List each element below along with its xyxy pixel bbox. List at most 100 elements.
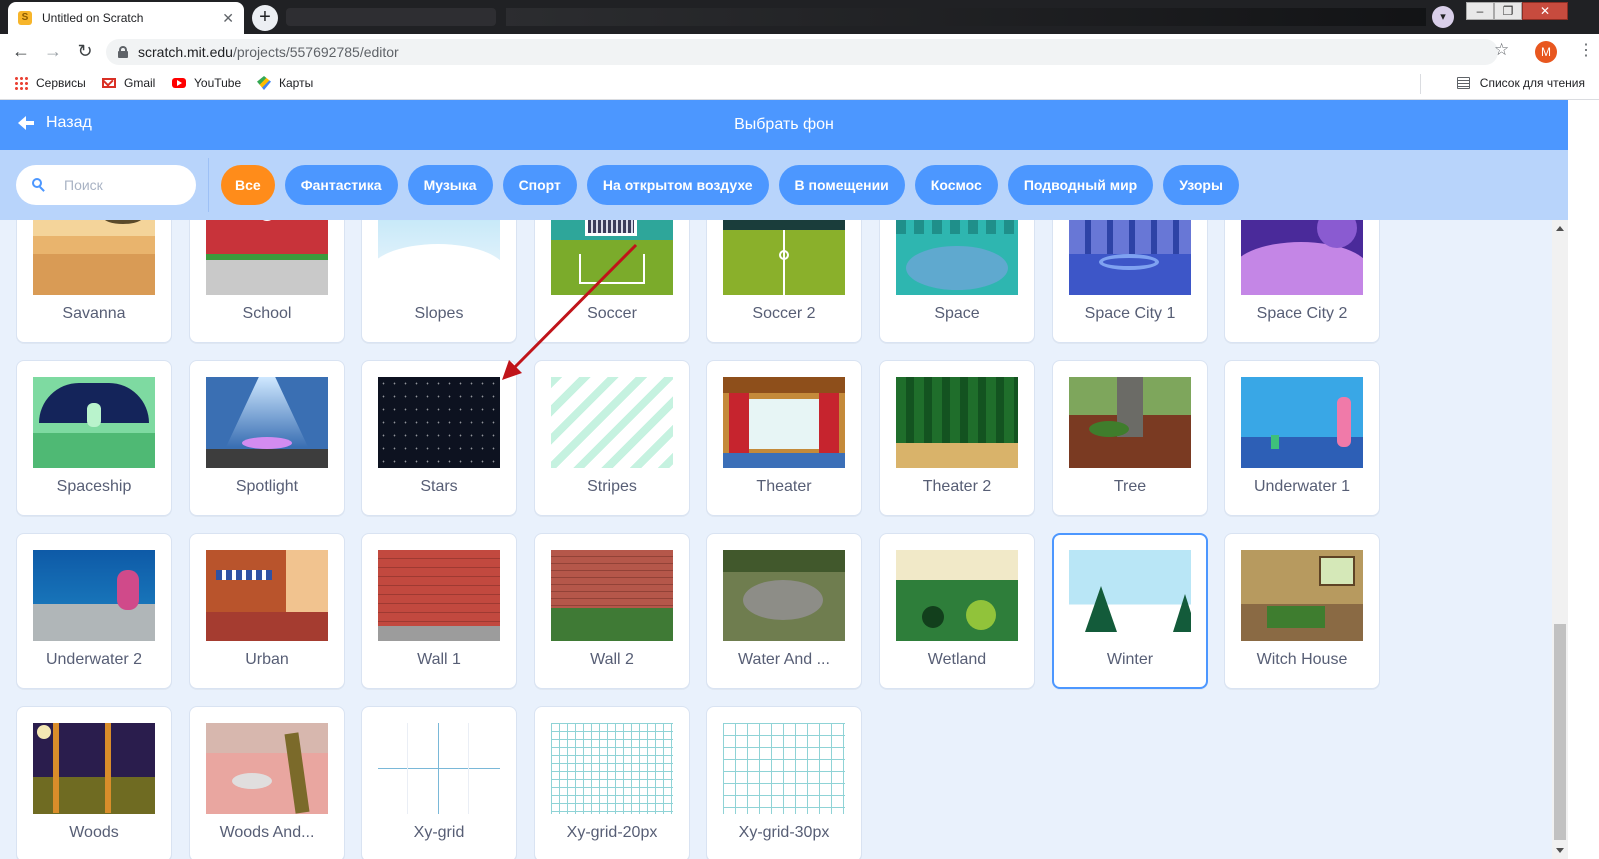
url-input[interactable]: scratch.mit.edu/projects/557692785/edito… [106,39,1498,65]
search-box[interactable] [16,165,196,205]
backdrop-card[interactable]: Savanna [16,220,172,343]
scroll-up-icon[interactable] [1556,226,1564,231]
bookmark-youtube[interactable]: YouTube [172,76,241,90]
backdrop-card[interactable]: School [189,220,345,343]
minimize-button[interactable]: – [1466,2,1494,20]
backdrop-grid: Savanna School Slopes Soccer Soccer 2 Space Sp… [0,220,1552,859]
divider [1420,74,1421,94]
backdrop-card[interactable]: Slopes [361,220,517,343]
reading-list-label: Список для чтения [1479,76,1585,90]
url-domain: scratch.mit.edu [138,44,233,60]
category-tag[interactable]: Музыка [407,165,493,205]
category-tag[interactable]: Все [221,165,275,205]
category-tag[interactable]: В помещении [778,165,905,205]
backdrop-name: Winter [1106,651,1154,668]
menu-icon[interactable]: ⋮ [1578,40,1594,60]
category-tag[interactable]: Фантастика [284,165,398,205]
backdrop-card[interactable]: Tree [1052,360,1208,516]
scrollbar-thumb[interactable] [1554,624,1566,840]
category-tag[interactable]: Спорт [502,165,577,205]
maps-icon [257,76,271,90]
bookmark-label: Карты [279,76,314,90]
scrollbar[interactable] [1552,220,1568,859]
backdrop-name: Spaceship [56,478,132,495]
backdrop-card[interactable]: Winter [1052,533,1208,689]
backdrop-card[interactable]: Theater [706,360,862,516]
backdrop-card[interactable]: Wetland [879,533,1035,689]
backdrop-thumbnail [1241,550,1363,641]
category-tag[interactable]: Узоры [1163,165,1239,205]
backdrop-thumbnail [1069,550,1191,641]
backdrop-card[interactable]: Underwater 2 [16,533,172,689]
backdrop-card[interactable]: Soccer [534,220,690,343]
search-input[interactable] [64,177,174,193]
backdrop-thumbnail [378,220,500,295]
profile-avatar[interactable]: M [1535,41,1557,63]
backdrop-card[interactable]: Xy-grid [361,706,517,859]
background-tab[interactable] [286,8,496,26]
backdrop-thumbnail [723,377,845,468]
backdrop-thumbnail [896,550,1018,641]
backdrop-thumbnail [1241,377,1363,468]
backdrop-card[interactable]: Xy-grid-20px [534,706,690,859]
backdrop-name: Theater 2 [922,478,992,495]
backdrop-card[interactable]: Water And ... [706,533,862,689]
backdrop-thumbnail [551,723,673,814]
bookmark-maps[interactable]: Карты [257,76,313,90]
backdrop-thumbnail [378,723,500,814]
backdrop-card[interactable]: Urban [189,533,345,689]
bookmark-star-icon[interactable]: ☆ [1494,40,1509,60]
backdrop-card[interactable]: Stars [361,360,517,516]
reload-icon[interactable]: ↻ [74,40,96,62]
backdrop-card[interactable]: Space [879,220,1035,343]
backdrop-name: Xy-grid [413,824,465,841]
category-tag[interactable]: Подводный мир [1007,165,1154,205]
category-tag[interactable]: Космос [914,165,998,205]
filter-bar: ВсеФантастикаМузыкаСпортНа открытом возд… [0,150,1568,220]
scroll-down-icon[interactable] [1556,848,1564,853]
maximize-button[interactable]: ❐ [1494,2,1522,20]
category-tag[interactable]: На открытом воздухе [586,165,769,205]
backdrop-name: Tree [1113,478,1147,495]
backdrop-thumbnail [378,377,500,468]
backdrop-card[interactable]: Soccer 2 [706,220,862,343]
backdrop-card[interactable]: Space City 2 [1224,220,1380,343]
close-tab-icon[interactable]: ✕ [222,10,234,27]
backdrop-card[interactable]: Wall 2 [534,533,690,689]
backdrop-thumbnail [1241,220,1363,295]
backdrop-thumbnail [33,723,155,814]
backdrop-name: Wall 2 [590,651,634,668]
backdrop-name: Space [934,305,980,322]
backdrop-card[interactable]: Spotlight [189,360,345,516]
backdrop-card[interactable]: Theater 2 [879,360,1035,516]
bookmark-apps[interactable]: Сервисы [14,76,86,90]
backdrop-card[interactable]: Stripes [534,360,690,516]
backdrop-card[interactable]: Woods And... [189,706,345,859]
backdrop-thumbnail [33,377,155,468]
backdrop-card[interactable]: Space City 1 [1052,220,1208,343]
backdrop-thumbnail [33,550,155,641]
back-arrow-icon[interactable]: ← [10,40,32,62]
bookmark-gmail[interactable]: Gmail [102,76,155,90]
backdrop-card[interactable]: Woods [16,706,172,859]
backdrop-card[interactable]: Witch House [1224,533,1380,689]
new-tab-button[interactable]: + [252,5,278,31]
backdrop-card[interactable]: Underwater 1 [1224,360,1380,516]
reading-list-button[interactable]: Список для чтения [1456,76,1585,90]
backdrop-name: Theater [756,478,812,495]
backdrop-name: Savanna [62,305,126,322]
backdrop-card[interactable]: Xy-grid-30px [706,706,862,859]
backdrop-card[interactable]: Wall 1 [361,533,517,689]
tab-search-icon[interactable]: ▾ [1432,6,1454,28]
window-close-button[interactable]: ✕ [1522,2,1568,20]
browser-tab[interactable]: S Untitled on Scratch ✕ [8,2,244,34]
lock-icon[interactable] [118,46,128,58]
bookmarks-bar: Сервисы Gmail YouTube Карты Список для ч… [0,68,1599,100]
backdrop-card[interactable]: Spaceship [16,360,172,516]
backdrop-thumbnail [206,377,328,468]
forward-arrow-icon[interactable]: → [42,40,64,62]
backdrop-name: Stars [420,478,458,495]
backdrop-thumbnail [551,220,673,295]
backdrop-name: Soccer [587,305,637,322]
backdrop-name: Wetland [927,651,987,668]
